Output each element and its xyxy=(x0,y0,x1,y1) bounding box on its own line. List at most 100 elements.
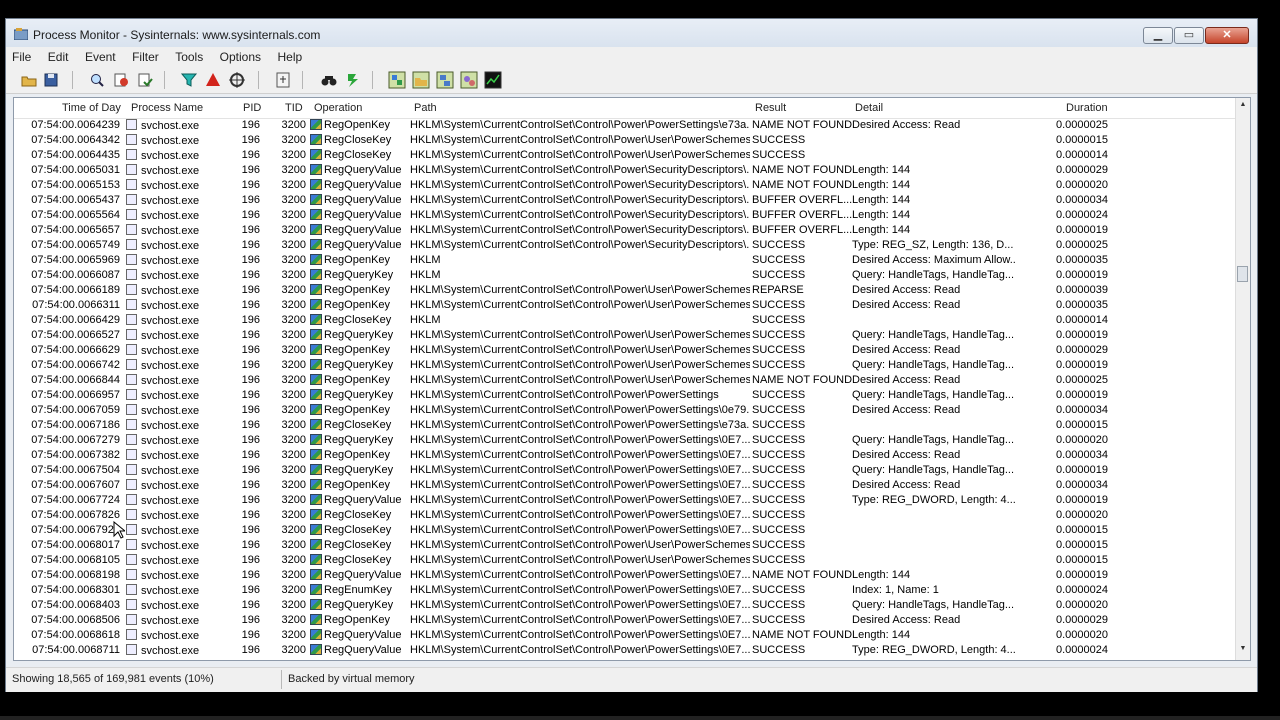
registry-operation-icon xyxy=(310,344,322,355)
menu-filter[interactable]: Filter xyxy=(126,47,165,64)
table-row[interactable]: 07:54:00.0065969 svchost.exe 196 3200 RegOpe… xyxy=(14,253,1236,268)
col-path[interactable]: Path xyxy=(414,102,437,114)
open-icon[interactable] xyxy=(20,71,38,89)
clear-icon[interactable] xyxy=(136,71,154,89)
title-bar[interactable]: Process Monitor - Sysinternals: www.sysi… xyxy=(6,19,1257,49)
table-row[interactable]: 07:54:00.0068711 svchost.exe 196 3200 RegQue… xyxy=(14,643,1236,658)
col-duration[interactable]: Duration xyxy=(1066,102,1108,114)
table-row[interactable]: 07:54:00.0067382 svchost.exe 196 3200 RegOpe… xyxy=(14,448,1236,463)
close-button[interactable]: ✕ xyxy=(1205,27,1249,44)
table-row[interactable]: 07:54:00.0068301 svchost.exe 196 3200 RegEnu… xyxy=(14,583,1236,598)
table-row[interactable]: 07:54:00.0066087 svchost.exe 196 3200 RegQue… xyxy=(14,268,1236,283)
table-row[interactable]: 07:54:00.0066629 svchost.exe 196 3200 RegOpe… xyxy=(14,343,1236,358)
vertical-scrollbar[interactable]: ▲ ▼ xyxy=(1235,98,1250,660)
menu-help[interactable]: Help xyxy=(271,47,308,64)
registry-activity-icon[interactable] xyxy=(388,71,406,89)
table-row[interactable]: 07:54:00.0065749 svchost.exe 196 3200 RegQue… xyxy=(14,238,1236,253)
table-row[interactable]: 07:54:00.0064342 svchost.exe 196 3200 RegClo… xyxy=(14,133,1236,148)
column-header: Time of Day Process Name PID TID Operati… xyxy=(14,98,1236,119)
table-row[interactable]: 07:54:00.0068105 svchost.exe 196 3200 RegClo… xyxy=(14,553,1236,568)
profiling-activity-icon[interactable] xyxy=(484,71,502,89)
cell-pid-text: 196 xyxy=(241,389,260,401)
scroll-down-icon[interactable]: ▼ xyxy=(1238,645,1248,657)
menu-edit[interactable]: Edit xyxy=(42,47,75,64)
menu-event[interactable]: Event xyxy=(79,47,122,64)
cell-duration-text: 0.0000034 xyxy=(1056,449,1108,461)
process-activity-icon[interactable] xyxy=(460,71,478,89)
col-process-name[interactable]: Process Name xyxy=(131,102,203,114)
cell-operation-text: RegQueryKey xyxy=(324,464,394,476)
magnifier-icon[interactable] xyxy=(88,71,106,89)
cell-path-text: HKLM\System\CurrentControlSet\Control\Po… xyxy=(410,209,750,221)
col-tid[interactable]: TID xyxy=(285,102,303,114)
table-row[interactable]: 07:54:00.0066844 svchost.exe 196 3200 RegOpe… xyxy=(14,373,1236,388)
menu-options[interactable]: Options xyxy=(214,47,267,64)
table-row[interactable]: 07:54:00.0068403 svchost.exe 196 3200 RegQue… xyxy=(14,598,1236,613)
table-row[interactable]: 07:54:00.0066429 svchost.exe 196 3200 RegClo… xyxy=(14,313,1236,328)
cell-duration: 0.0000019 xyxy=(1054,224,1108,236)
filter-icon[interactable] xyxy=(180,71,198,89)
cell-operation: RegQueryValue xyxy=(310,569,404,581)
cell-tid-text: 3200 xyxy=(281,509,306,521)
table-row[interactable]: 07:54:00.0066957 svchost.exe 196 3200 RegQue… xyxy=(14,388,1236,403)
cell-time: 07:54:00.0067826 xyxy=(14,509,120,521)
table-row[interactable]: 07:54:00.0067924 svchost.exe 196 3200 RegClo… xyxy=(14,523,1236,538)
cell-pid: 196 xyxy=(228,284,260,296)
table-row[interactable]: 07:54:00.0066742 svchost.exe 196 3200 RegQue… xyxy=(14,358,1236,373)
cell-tid-text: 3200 xyxy=(281,179,306,191)
table-row[interactable]: 07:54:00.0065437 svchost.exe 196 3200 RegQue… xyxy=(14,193,1236,208)
registry-operation-icon xyxy=(310,419,322,430)
cell-result: SUCCESS xyxy=(752,479,852,491)
jump-icon[interactable] xyxy=(274,71,292,89)
cell-time-text: 07:54:00.0068105 xyxy=(31,554,120,566)
table-row[interactable]: 07:54:00.0065031 svchost.exe 196 3200 RegQue… xyxy=(14,163,1236,178)
target-icon[interactable] xyxy=(228,71,246,89)
table-row[interactable]: 07:54:00.0068198 svchost.exe 196 3200 RegQue… xyxy=(14,568,1236,583)
jump-to-icon[interactable] xyxy=(344,71,362,89)
registry-operation-icon xyxy=(310,254,322,265)
table-row[interactable]: 07:54:00.0067607 svchost.exe 196 3200 RegOpe… xyxy=(14,478,1236,493)
cell-operation-text: RegCloseKey xyxy=(324,314,392,326)
table-row[interactable]: 07:54:00.0065657 svchost.exe 196 3200 RegQue… xyxy=(14,223,1236,238)
table-row[interactable]: 07:54:00.0068017 svchost.exe 196 3200 RegClo… xyxy=(14,538,1236,553)
table-row[interactable]: 07:54:00.0065564 svchost.exe 196 3200 RegQue… xyxy=(14,208,1236,223)
table-row[interactable]: 07:54:00.0067826 svchost.exe 196 3200 RegClo… xyxy=(14,508,1236,523)
table-row[interactable]: 07:54:00.0067059 svchost.exe 196 3200 RegOpe… xyxy=(14,403,1236,418)
table-row[interactable]: 07:54:00.0066311 svchost.exe 196 3200 RegOpe… xyxy=(14,298,1236,313)
table-row[interactable]: 07:54:00.0068618 svchost.exe 196 3200 RegQue… xyxy=(14,628,1236,643)
maximize-button[interactable]: ▭ xyxy=(1174,27,1204,44)
save-icon[interactable] xyxy=(42,71,60,89)
menu-tools[interactable]: Tools xyxy=(169,47,209,64)
col-time-of-day[interactable]: Time of Day xyxy=(62,102,121,114)
find-icon[interactable] xyxy=(320,71,338,89)
table-row[interactable]: 07:54:00.0065153 svchost.exe 196 3200 RegQue… xyxy=(14,178,1236,193)
col-pid[interactable]: PID xyxy=(243,102,261,114)
table-row[interactable]: 07:54:00.0067724 svchost.exe 196 3200 RegQue… xyxy=(14,493,1236,508)
highlight-icon[interactable] xyxy=(204,71,222,89)
cell-detail: Desired Access: Read xyxy=(852,284,1016,296)
cell-result: SUCCESS xyxy=(752,329,852,341)
network-activity-icon[interactable] xyxy=(436,71,454,89)
table-row[interactable]: 07:54:00.0064239 svchost.exe 196 3200 RegOpe… xyxy=(14,118,1236,133)
table-row[interactable]: 07:54:00.0064435 svchost.exe 196 3200 RegClo… xyxy=(14,148,1236,163)
filesystem-activity-icon[interactable] xyxy=(412,71,430,89)
table-row[interactable]: 07:54:00.0067504 svchost.exe 196 3200 RegQue… xyxy=(14,463,1236,478)
registry-operation-icon xyxy=(310,194,322,205)
table-row[interactable]: 07:54:00.0067279 svchost.exe 196 3200 RegQue… xyxy=(14,433,1236,448)
scroll-thumb[interactable] xyxy=(1237,266,1248,282)
minimize-button[interactable]: ▁ xyxy=(1143,27,1173,44)
table-row[interactable]: 07:54:00.0066527 svchost.exe 196 3200 RegQue… xyxy=(14,328,1236,343)
table-row[interactable]: 07:54:00.0068506 svchost.exe 196 3200 RegOpe… xyxy=(14,613,1236,628)
col-operation[interactable]: Operation xyxy=(314,102,362,114)
col-detail[interactable]: Detail xyxy=(855,102,883,114)
menu-file[interactable]: File xyxy=(6,47,37,64)
scroll-up-icon[interactable]: ▲ xyxy=(1238,101,1248,113)
autoscroll-icon[interactable] xyxy=(112,71,130,89)
event-list[interactable]: Time of Day Process Name PID TID Operati… xyxy=(13,97,1251,661)
col-result[interactable]: Result xyxy=(755,102,786,114)
table-row[interactable]: 07:54:00.0067186 svchost.exe 196 3200 RegClo… xyxy=(14,418,1236,433)
cell-result-text: SUCCESS xyxy=(752,389,806,401)
cell-operation: RegQueryValue xyxy=(310,209,404,221)
table-row[interactable]: 07:54:00.0066189 svchost.exe 196 3200 RegOpe… xyxy=(14,283,1236,298)
registry-operation-icon xyxy=(310,569,322,580)
